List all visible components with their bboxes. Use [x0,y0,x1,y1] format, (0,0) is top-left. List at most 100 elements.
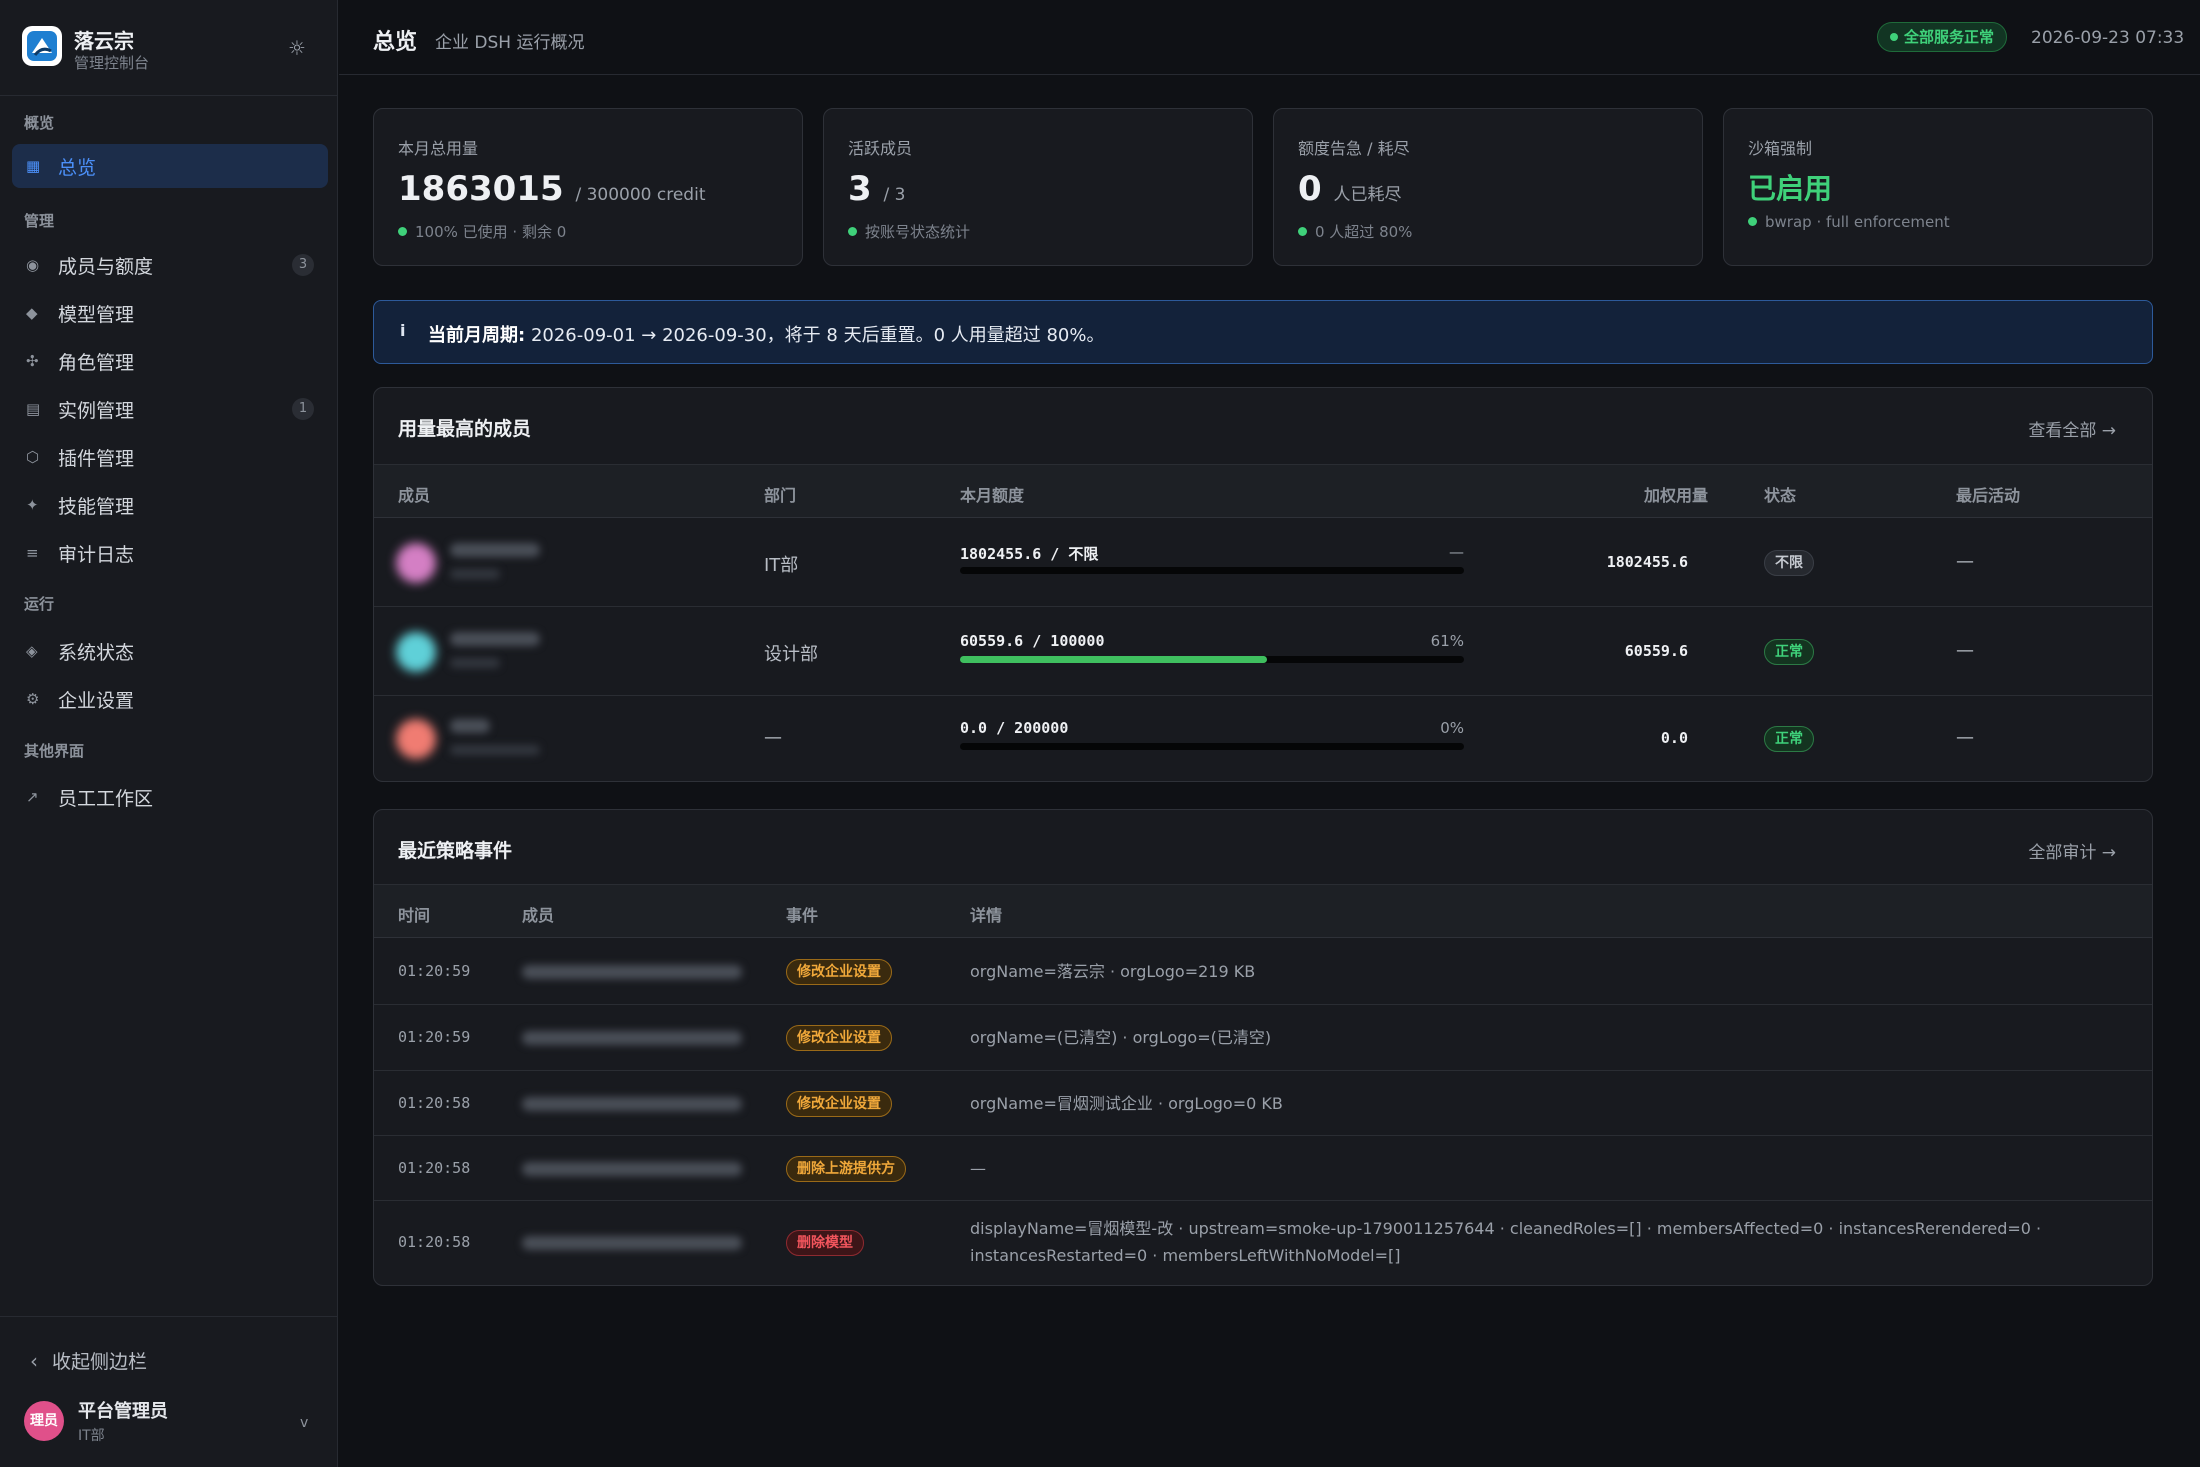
table-row[interactable]: 01:20:59 修改企业设置 orgName=落云宗 · orgLogo=21… [374,939,2152,1005]
column-header[interactable]: 成员 [522,902,554,926]
brand-name: 落云宗 [74,29,134,53]
sidebar-item[interactable]: ⬡ 插件管理 [12,435,328,479]
green-dot-icon [1748,217,1757,226]
column-header[interactable]: 事件 [786,902,818,926]
stat-note-text: 100% 已使用 · 剩余 0 [415,223,567,241]
member-name-redacted [450,719,490,733]
count-badge: 1 [292,398,314,420]
event-type-badge: 修改企业设置 [786,959,892,985]
stat-label: 沙箱强制 [1748,139,1813,158]
settings-icon: ⚙ [26,690,40,708]
table-row[interactable]: 01:20:58 删除上游提供方 — [374,1136,2152,1201]
stat-note: 按账号状态统计 [848,221,970,242]
weighted-usage: 1802455.6 [1606,553,1688,571]
quota-value: 60559.6 / 100000 [960,632,1105,650]
status-badge: 正常 [1764,726,1814,752]
stat-value: 1863015 / 300000 credit [398,169,706,209]
view-all-link[interactable]: 查看全部 → [2028,416,2116,441]
quota-percent: 61% [1430,632,1464,650]
column-header[interactable]: 状态 [1764,482,1796,506]
table-row[interactable]: 设计部 60559.6 / 100000 61% 60559.6 正常 — [374,607,2152,696]
event-detail: orgName=(已清空) · orgLogo=(已清空) [970,1028,1272,1047]
event-time: 01:20:58 [398,1233,471,1251]
sidebar-item[interactable]: ◆ 模型管理 [12,291,328,335]
member-avatar [396,632,436,672]
sidebar-section-title: 概览 [24,114,55,132]
cycle-info-text: 当前月周期: 2026-09-01 → 2026-09-30，将于 8 天后重置… [428,321,1104,347]
table-row[interactable]: — 0.0 / 200000 0% 0.0 正常 — [374,696,2152,781]
stat-note: 0 人超过 80% [1298,221,1412,242]
chevron-left-icon: ‹ [30,1348,38,1373]
quota-bar-track [960,743,1464,750]
event-type-badge: 删除模型 [786,1230,864,1256]
last-activity: — [1956,640,1974,661]
green-dot-icon [1298,227,1307,236]
stat-note-text: bwrap · full enforcement [1765,213,1950,231]
member-email-redacted [522,1236,742,1250]
sidebar-item-label: 角色管理 [58,351,135,374]
event-detail: — [970,1159,986,1178]
count-badge: 3 [292,254,314,276]
sidebar-item[interactable]: ≡ 审计日志 [12,531,328,575]
roles-icon: ✣ [26,352,39,370]
sidebar-item[interactable]: ⚙ 企业设置 [12,677,328,721]
stat-note: bwrap · full enforcement [1748,213,1950,231]
member-email-redacted [522,965,742,979]
event-detail: orgName=落云宗 · orgLogo=219 KB [970,962,1256,981]
all-audit-link[interactable]: 全部审计 → [2028,838,2116,863]
stat-value-suffix: / 3 [883,185,906,205]
table-row[interactable]: 01:20:59 修改企业设置 orgName=(已清空) · orgLogo=… [374,1005,2152,1071]
last-activity: — [1956,727,1974,748]
sidebar-item[interactable]: ▦ 总览 [12,144,328,188]
event-type-badge: 修改企业设置 [786,1025,892,1051]
skills-icon: ✦ [26,496,39,514]
user-avatar[interactable]: 理员 [24,1401,64,1441]
weighted-usage: 60559.6 [1624,642,1688,660]
member-email-redacted [450,745,540,755]
sidebar-item[interactable]: ◈ 系统状态 [12,629,328,673]
status-badge: 不限 [1764,550,1814,576]
event-time: 01:20:58 [398,1094,471,1112]
event-time: 01:20:59 [398,962,471,980]
stat-value: 3 / 3 [848,169,905,209]
member-email-redacted [522,1097,742,1111]
brand-subtitle: 管理控制台 [74,54,150,72]
member-dept: 设计部 [764,644,818,665]
column-header[interactable]: 加权用量 [1644,482,1708,506]
sidebar-item[interactable]: ✦ 技能管理 [12,483,328,527]
table-row[interactable]: IT部 1802455.6 / 不限 — 1802455.6 不限 — [374,519,2152,607]
sidebar-item-label: 企业设置 [58,689,135,712]
audit-icon: ≡ [26,544,39,562]
sidebar-item[interactable]: ◉ 成员与额度 3 [12,243,328,287]
member-email-redacted [522,1031,742,1045]
collapse-sidebar-button[interactable]: ‹ 收起侧边栏 [30,1347,147,1374]
stat-value-suffix: 人已耗尽 [1333,185,1402,205]
user-name[interactable]: 平台管理员 [78,1397,168,1423]
sidebar-item[interactable]: ↗ 员工工作区 [12,775,328,819]
sidebar-item[interactable]: ▤ 实例管理 1 [12,387,328,431]
plugin-icon: ⬡ [26,448,40,466]
sidebar-item-label: 技能管理 [58,495,135,518]
chevron-down-icon[interactable]: v [300,1415,308,1431]
column-header[interactable]: 本月额度 [960,482,1024,506]
sidebar-item-label: 插件管理 [58,447,135,470]
sidebar-item[interactable]: ✣ 角色管理 [12,339,328,383]
user-dept: IT部 [78,1428,105,1444]
member-avatar [396,543,436,583]
policy-events-card: 最近策略事件 全部审计 → 时间 成员 事件 详情 01:20:59 修改企业设… [373,809,2153,1286]
status-dot-icon [1890,33,1898,41]
column-header[interactable]: 部门 [764,482,796,506]
theme-toggle-sun-icon[interactable]: ☼ [283,34,311,62]
model-icon: ◆ [26,304,38,322]
sidebar-item-label: 成员与额度 [58,255,154,278]
column-header[interactable]: 详情 [970,902,1002,926]
service-status-badge[interactable]: 全部服务正常 [1877,22,2008,52]
table-header: 时间 成员 事件 详情 [374,884,2152,938]
last-activity: — [1956,551,1974,572]
table-row[interactable]: 01:20:58 修改企业设置 orgName=冒烟测试企业 · orgLogo… [374,1071,2152,1136]
column-header[interactable]: 最后活动 [1956,482,2020,506]
table-row[interactable]: 01:20:58 删除模型 displayName=冒烟模型-改 · upstr… [374,1201,2152,1285]
sidebar-section-title: 管理 [24,212,55,230]
column-header[interactable]: 成员 [398,482,430,506]
column-header[interactable]: 时间 [398,902,430,926]
